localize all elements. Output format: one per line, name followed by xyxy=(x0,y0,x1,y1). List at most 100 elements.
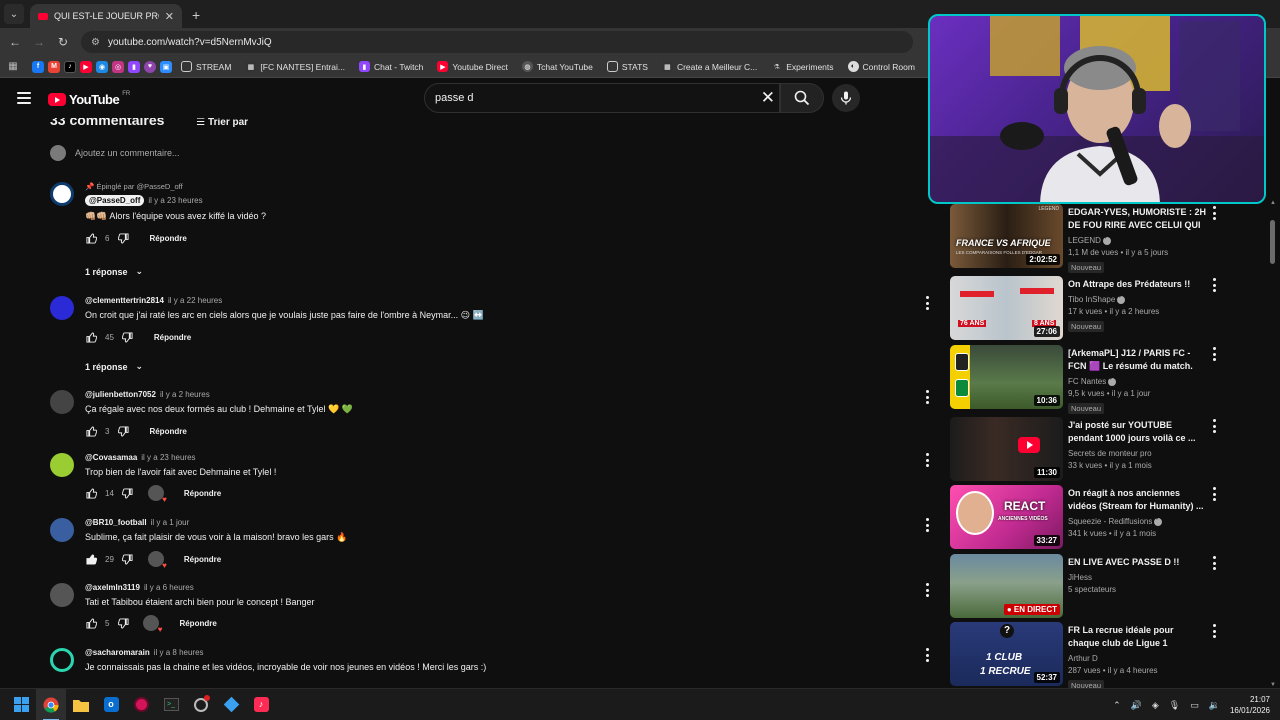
comment-author[interactable]: @sacharomarain xyxy=(85,648,150,657)
taskbar-chrome[interactable] xyxy=(36,688,66,720)
video-title[interactable]: FR La recrue idéale pour chaque club de … xyxy=(1068,624,1206,650)
new-tab-button[interactable]: + xyxy=(192,7,200,23)
related-video-item[interactable]: ? 1 CLUB 1 RECRUE 52:37 FR La recrue idé… xyxy=(950,622,1250,688)
avatar[interactable] xyxy=(50,390,74,414)
bookmark-chat-twitch[interactable]: ▮ Chat - Twitch xyxy=(354,61,428,72)
more-options-icon[interactable] xyxy=(925,518,929,532)
clock[interactable]: 21:07 16/01/2026 xyxy=(1230,694,1270,716)
related-video-item[interactable]: 11:30 J'ai posté sur YOUTUBE pendant 100… xyxy=(950,417,1250,481)
video-thumbnail[interactable]: ? 1 CLUB 1 RECRUE 52:37 xyxy=(950,622,1063,686)
bookmark-experiments[interactable]: ⚗ Experiments xyxy=(766,61,838,72)
comment-author[interactable]: @PasseD_off xyxy=(85,195,145,206)
comment-time[interactable]: il y a 6 heures xyxy=(144,583,194,592)
more-options-icon[interactable] xyxy=(1212,419,1216,433)
comment-time[interactable]: il y a 1 jour xyxy=(151,518,190,527)
avatar[interactable] xyxy=(50,182,74,206)
more-options-icon[interactable] xyxy=(925,583,929,597)
speaker-icon[interactable]: 🔊 xyxy=(1131,700,1142,711)
microphone-icon[interactable]: 🎙 xyxy=(1169,700,1180,711)
tray-overflow-icon[interactable]: ⌃ xyxy=(1113,700,1121,711)
comment-author[interactable]: @axelmln3119 xyxy=(85,583,140,592)
dislike-icon[interactable] xyxy=(122,487,134,499)
sidebar-scrollbar[interactable]: ▲ ▼ xyxy=(1270,200,1276,688)
dislike-icon[interactable] xyxy=(122,331,134,343)
voice-search-button[interactable] xyxy=(832,84,860,112)
reply-button[interactable]: Répondre xyxy=(149,234,186,243)
facebook-icon[interactable]: f xyxy=(32,60,44,73)
menu-icon[interactable] xyxy=(17,92,31,104)
replies-toggle[interactable]: 1 réponse ⌄ xyxy=(85,361,143,372)
more-options-icon[interactable] xyxy=(925,296,929,310)
dislike-icon[interactable] xyxy=(117,425,129,437)
channel-name[interactable]: LEGEND xyxy=(1068,234,1206,245)
comment-time[interactable]: il y a 8 heures xyxy=(154,648,204,657)
video-thumbnail[interactable]: 76 ANS 8 ANS 27:06 xyxy=(950,276,1063,340)
search-input[interactable]: passe d ✕ xyxy=(424,83,780,113)
channel-name[interactable]: Secrets de monteur pro xyxy=(1068,449,1206,458)
comment-time[interactable]: il y a 23 heures xyxy=(141,453,195,462)
related-video-item[interactable]: ● EN DIRECT EN LIVE AVEC PASSE D !! JiHe… xyxy=(950,554,1250,618)
avatar[interactable] xyxy=(50,453,74,477)
video-title[interactable]: On réagit à nos anciennes vidéos (Stream… xyxy=(1068,487,1206,513)
twitch-icon[interactable]: ▮ xyxy=(128,60,140,73)
avatar[interactable] xyxy=(50,583,74,607)
channel-name[interactable]: Arthur D xyxy=(1068,654,1206,663)
reply-button[interactable]: Répondre xyxy=(154,333,191,342)
reload-icon[interactable]: ↻ xyxy=(51,35,75,49)
related-video-item[interactable]: REACT ANCIENNES VIDÉOS 33:27 On réagit à… xyxy=(950,485,1250,549)
taskbar-terminal[interactable]: >_ xyxy=(156,689,186,720)
omnibox[interactable]: ⚙ youtube.com/watch?v=d5NernMvJiQ xyxy=(81,31,913,53)
related-video-item[interactable]: FRANCE VS AFRIQUE LES COMPARAISONS FOLLE… xyxy=(950,204,1250,273)
video-title[interactable]: EN LIVE AVEC PASSE D !! xyxy=(1068,556,1206,569)
more-options-icon[interactable] xyxy=(925,453,929,467)
more-options-icon[interactable] xyxy=(925,390,929,404)
related-video-item[interactable]: 76 ANS 8 ANS 27:06 On Attrape des Prédat… xyxy=(950,276,1250,340)
channel-name[interactable]: Squeezie - Rediffusions xyxy=(1068,515,1206,526)
taskbar-outlook[interactable]: o xyxy=(96,689,126,720)
more-options-icon[interactable] xyxy=(1212,487,1216,501)
more-options-icon[interactable] xyxy=(1212,624,1216,638)
video-thumbnail[interactable]: ● EN DIRECT xyxy=(950,554,1063,618)
search-value[interactable]: passe d xyxy=(435,92,761,104)
video-thumbnail[interactable]: 10:36 xyxy=(950,345,1063,409)
comment-author[interactable]: @Covasamaa xyxy=(85,453,137,462)
like-icon[interactable] xyxy=(85,425,97,437)
more-options-icon[interactable] xyxy=(1212,347,1216,361)
bookmark-stream[interactable]: STREAM xyxy=(176,61,236,72)
network-icon[interactable]: ◈ xyxy=(1152,700,1159,711)
more-options-icon[interactable] xyxy=(1212,206,1216,220)
instagram-icon[interactable]: ◎ xyxy=(112,60,124,73)
volume-icon[interactable]: 🔉 xyxy=(1209,700,1220,711)
comment-time[interactable]: il y a 22 heures xyxy=(168,296,222,305)
video-thumbnail[interactable]: FRANCE VS AFRIQUE LES COMPARAISONS FOLLE… xyxy=(950,204,1063,268)
start-button[interactable] xyxy=(6,689,36,720)
more-options-icon[interactable] xyxy=(1212,556,1216,570)
tab-close-icon[interactable]: ✕ xyxy=(165,10,174,23)
clear-search-icon[interactable]: ✕ xyxy=(761,88,775,108)
dislike-icon[interactable] xyxy=(122,553,134,565)
gmail-icon[interactable]: M xyxy=(48,60,60,73)
site-info-icon[interactable]: ⚙ xyxy=(91,37,100,48)
bookmark-fcn-entrainement[interactable]: ▦ [FC NANTES] Entrai... xyxy=(240,61,350,72)
youtube-icon[interactable]: ▶ xyxy=(80,60,92,73)
comment-author[interactable]: @julienbetton7052 xyxy=(85,390,156,399)
comment-author[interactable]: @clementtertrin2814 xyxy=(85,296,164,305)
scroll-up-arrow-icon[interactable]: ▲ xyxy=(1270,200,1276,206)
reply-button[interactable]: Répondre xyxy=(184,555,221,564)
taskbar-app-circle[interactable] xyxy=(186,689,216,720)
apps-grid-icon[interactable]: ▦ xyxy=(6,61,20,72)
video-thumbnail[interactable]: REACT ANCIENNES VIDÉOS 33:27 xyxy=(950,485,1063,549)
bookmark-stats[interactable]: STATS xyxy=(602,61,653,72)
related-video-item[interactable]: 10:36 [ArkemaPL] J12 / PARIS FC - FCN 🟪 … xyxy=(950,345,1250,414)
avatar[interactable] xyxy=(50,648,74,672)
taskbar-file-explorer[interactable] xyxy=(66,689,96,720)
video-title[interactable]: EDGAR-YVES, HUMORISTE : 2H DE FOU RIRE A… xyxy=(1068,206,1206,232)
channel-name[interactable]: Tibo InShape xyxy=(1068,293,1206,304)
reply-button[interactable]: Répondre xyxy=(179,619,216,628)
sort-button[interactable]: ☰ Trier par xyxy=(196,118,248,128)
forward-arrow-icon[interactable]: → xyxy=(27,35,51,49)
tiktok-icon[interactable]: ♪ xyxy=(64,60,76,73)
video-title[interactable]: [ArkemaPL] J12 / PARIS FC - FCN 🟪 Le rés… xyxy=(1068,347,1206,373)
comment-time[interactable]: il y a 2 heures xyxy=(160,390,210,399)
taskbar-obs[interactable] xyxy=(126,689,156,720)
